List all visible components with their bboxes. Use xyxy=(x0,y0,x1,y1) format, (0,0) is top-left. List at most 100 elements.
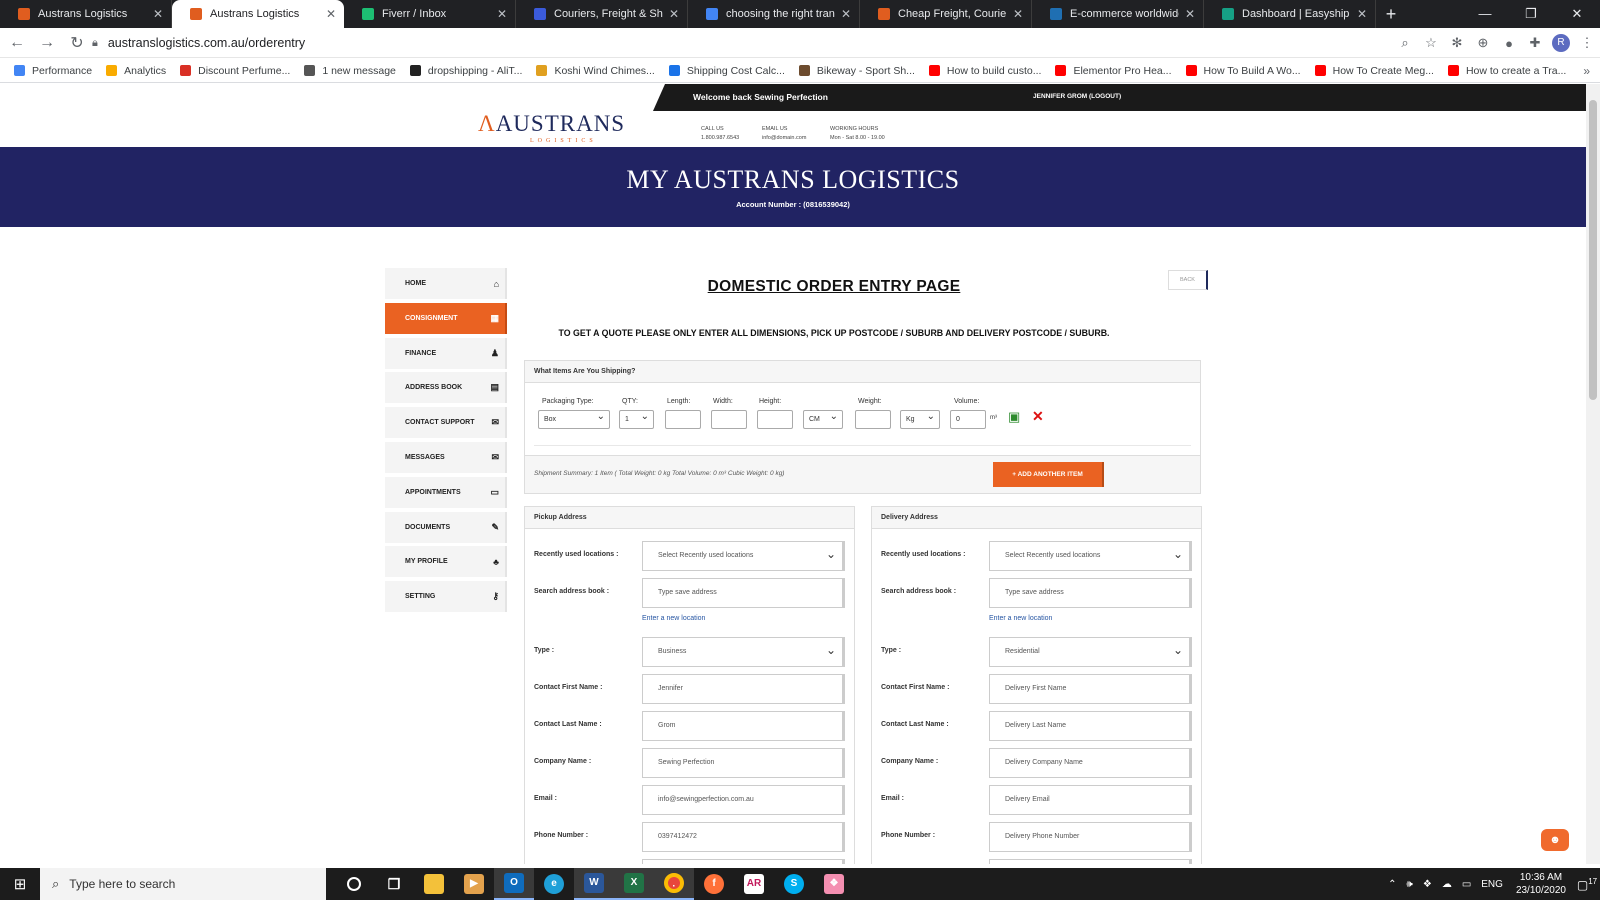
browser-tab[interactable]: Austrans Logistics ✕ xyxy=(0,0,172,28)
new-tab-button[interactable]: + xyxy=(1376,0,1406,28)
first-name-input[interactable]: Jennifer xyxy=(642,674,845,704)
avatar[interactable]: R xyxy=(1552,34,1570,52)
forward-arrow-icon[interactable]: → xyxy=(34,34,60,52)
sidebar-item-setting[interactable]: SETTING ⚷ xyxy=(385,581,507,613)
dropbox-icon[interactable]: ❖ xyxy=(1423,879,1432,890)
search-address-input[interactable]: Type save address xyxy=(989,578,1192,608)
cortana-icon[interactable] xyxy=(334,868,374,900)
recent-locations-select[interactable]: Select Recently used locations xyxy=(989,541,1192,571)
address-type-select[interactable]: Business xyxy=(642,637,845,667)
close-tab-icon[interactable]: ✕ xyxy=(497,7,507,21)
sidebar-item-appointments[interactable]: APPOINTMENTS ▭ xyxy=(385,476,507,508)
bookmark-item[interactable]: dropshipping - AliT... xyxy=(409,65,522,77)
word-icon[interactable]: W xyxy=(574,868,614,900)
close-tab-icon[interactable]: ✕ xyxy=(841,7,851,21)
close-tab-icon[interactable]: ✕ xyxy=(326,7,336,21)
restore-icon[interactable]: ❐ xyxy=(1508,0,1554,28)
menu-dots-icon[interactable]: ⋮ xyxy=(1574,35,1600,51)
more-bookmarks-icon[interactable]: » xyxy=(1583,64,1590,78)
page-scrollbar[interactable] xyxy=(1586,84,1600,864)
dimension-unit-select[interactable]: CM xyxy=(803,408,843,429)
sidebar-item-my-profile[interactable]: MY PROFILE ♣ xyxy=(385,546,507,578)
network-icon[interactable]: ▭ xyxy=(1462,879,1471,890)
volume-icon[interactable]: 🕪︎ xyxy=(1407,879,1413,890)
cart-extension-icon[interactable]: ⊕ xyxy=(1470,35,1496,51)
extension-dark-icon[interactable]: ● xyxy=(1496,36,1522,51)
onedrive-icon[interactable]: ☁ xyxy=(1442,879,1452,890)
gift-app-icon[interactable]: ❖ xyxy=(814,868,854,900)
packaging-type-select[interactable]: Box xyxy=(538,408,610,429)
sidebar-item-address-book[interactable]: ADDRESS BOOK ▤ xyxy=(385,372,507,404)
next-field-input[interactable] xyxy=(642,859,845,864)
task-view-icon[interactable]: ❐ xyxy=(374,868,414,900)
email-input[interactable]: info@sewingperfection.com.au xyxy=(642,785,845,815)
reload-icon[interactable]: ↻ xyxy=(64,33,90,53)
zoom-icon[interactable]: ⌕ xyxy=(1392,35,1418,51)
bookmark-item[interactable]: Analytics xyxy=(106,65,166,77)
bookmark-item[interactable]: How to build custo... xyxy=(928,65,1041,77)
firefox-icon[interactable]: f xyxy=(694,868,734,900)
width-input[interactable] xyxy=(711,410,747,429)
browser-tab[interactable]: E-commerce worldwide - Sh ✕ xyxy=(1032,0,1204,28)
bookmark-item[interactable]: Elementor Pro Hea... xyxy=(1055,65,1172,77)
url-field[interactable]: 🔒︎ austranslogistics.com.au/orderentry xyxy=(92,31,1410,55)
edge-icon[interactable]: e xyxy=(534,868,574,900)
sidebar-item-home[interactable]: HOME ⌂ xyxy=(385,268,507,299)
file-explorer-icon[interactable] xyxy=(414,868,454,900)
save-icon[interactable]: ▣ xyxy=(1008,409,1020,425)
bookmark-item[interactable]: Koshi Wind Chimes... xyxy=(536,65,655,77)
delete-icon[interactable]: ✕ xyxy=(1032,408,1044,425)
next-field-input[interactable] xyxy=(989,859,1192,864)
address-type-select[interactable]: Residential xyxy=(989,637,1192,667)
scrollbar-thumb[interactable] xyxy=(1589,100,1597,400)
company-name-input[interactable]: Delivery Company Name xyxy=(989,748,1192,778)
language-indicator[interactable]: ENG xyxy=(1481,879,1503,890)
back-button[interactable]: BACK xyxy=(1168,270,1208,290)
bookmark-item[interactable]: Shipping Cost Calc... xyxy=(668,65,785,77)
extension-icon[interactable]: ✻ xyxy=(1444,35,1470,51)
recent-locations-select[interactable]: Select Recently used locations xyxy=(642,541,845,571)
browser-tab[interactable]: Cheap Freight, Courier Deliv ✕ xyxy=(860,0,1032,28)
puzzle-icon[interactable]: ✚ xyxy=(1522,35,1548,51)
chrome-icon[interactable]: · xyxy=(654,868,694,900)
sidebar-item-messages[interactable]: MESSAGES ✉ xyxy=(385,441,507,473)
windows-start-icon[interactable]: ⊞ xyxy=(0,875,40,893)
sidebar-item-consignment[interactable]: CONSIGNMENT ▦ xyxy=(385,302,507,334)
close-tab-icon[interactable]: ✕ xyxy=(1357,7,1367,21)
sidebar-item-contact-support[interactable]: CONTACT SUPPORT ✉ xyxy=(385,407,507,439)
chevron-up-icon[interactable]: ⌃ xyxy=(1388,879,1396,890)
close-tab-icon[interactable]: ✕ xyxy=(1013,7,1023,21)
height-input[interactable] xyxy=(757,410,793,429)
new-location-link[interactable]: Enter a new location xyxy=(642,615,705,622)
notifications-icon[interactable]: ▢17 xyxy=(1574,877,1600,892)
taskbar-search[interactable]: ⌕ Type here to search xyxy=(40,868,326,900)
browser-tab[interactable]: choosing the right transport ✕ xyxy=(688,0,860,28)
volume-input[interactable]: 0 xyxy=(950,410,986,429)
bookmark-item[interactable]: How To Build A Wo... xyxy=(1185,65,1301,77)
new-location-link[interactable]: Enter a new location xyxy=(989,615,1052,622)
last-name-input[interactable]: Delivery Last Name xyxy=(989,711,1192,741)
skype-icon[interactable]: S xyxy=(774,868,814,900)
close-tab-icon[interactable]: ✕ xyxy=(153,7,163,21)
outlook-icon[interactable]: O xyxy=(494,868,534,900)
bookmark-item[interactable]: How To Create Meg... xyxy=(1314,65,1434,77)
close-tab-icon[interactable]: ✕ xyxy=(1185,7,1195,21)
phone-number-input[interactable]: 0397412472 xyxy=(642,822,845,852)
ar-app-icon[interactable]: AR xyxy=(734,868,774,900)
bookmark-item[interactable]: Bikeway - Sport Sh... xyxy=(798,65,915,77)
back-arrow-icon[interactable]: ← xyxy=(4,34,30,52)
qty-select[interactable]: 1 xyxy=(619,408,654,429)
sidebar-item-finance[interactable]: FINANCE ♟ xyxy=(385,337,507,369)
site-logo[interactable]: ΛAUSTRANS LOGISTICS xyxy=(478,111,625,151)
clock[interactable]: 10:36 AM 23/10/2020 xyxy=(1516,871,1566,897)
add-item-button[interactable]: + ADD ANOTHER ITEM xyxy=(993,462,1104,487)
close-tab-icon[interactable]: ✕ xyxy=(669,7,679,21)
browser-tab[interactable]: Fiverr / Inbox ✕ xyxy=(344,0,516,28)
bookmark-item[interactable]: 1 new message xyxy=(304,65,396,77)
sidebar-item-documents[interactable]: DOCUMENTS ✎ xyxy=(385,511,507,543)
last-name-input[interactable]: Grom xyxy=(642,711,845,741)
weight-unit-select[interactable]: Kg xyxy=(900,408,940,429)
bookmark-item[interactable]: Performance xyxy=(14,65,92,77)
excel-icon[interactable]: X xyxy=(614,868,654,900)
chat-widget-icon[interactable]: ☻ xyxy=(1541,829,1569,851)
